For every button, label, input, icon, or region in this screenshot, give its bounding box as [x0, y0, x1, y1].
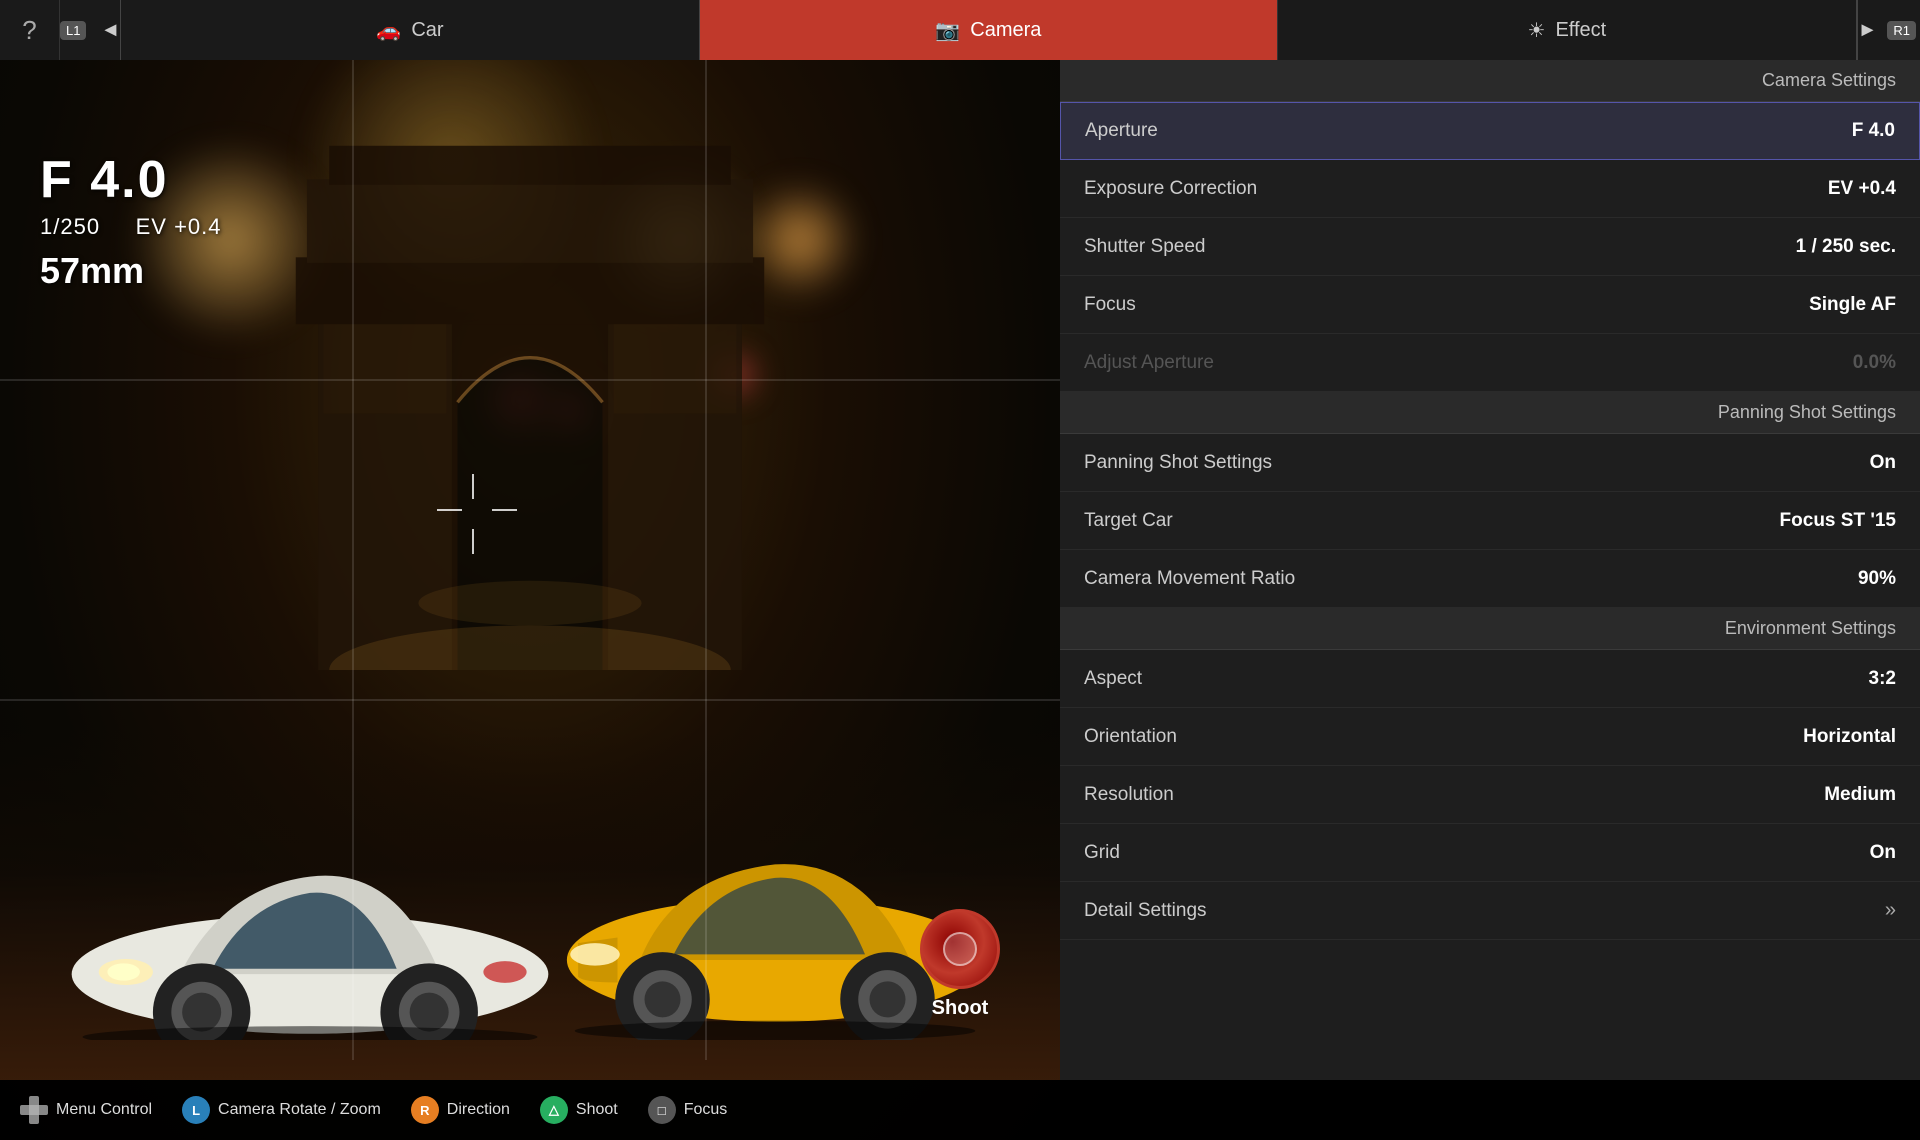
camera-settings-header: Camera Settings	[1060, 60, 1920, 102]
settings-panel: Camera Settings Aperture F 4.0 Exposure …	[1060, 60, 1920, 1080]
grid-value: On	[1870, 842, 1896, 864]
aperture-label: Aperture	[1085, 120, 1158, 142]
l1-badge: L1	[60, 21, 86, 40]
environment-settings-section: Environment Settings Aspect 3:2 Orientat…	[1060, 608, 1920, 940]
direction-item: R Direction	[411, 1096, 510, 1124]
aspect-value: 3:2	[1869, 668, 1896, 690]
detail-settings-row[interactable]: Detail Settings »	[1060, 882, 1920, 940]
target-car-label: Target Car	[1084, 510, 1173, 532]
triangle-button-icon: △	[540, 1096, 568, 1124]
resolution-value: Medium	[1824, 784, 1896, 806]
detail-settings-arrow: »	[1885, 899, 1896, 922]
panning-shot-value: On	[1870, 452, 1896, 474]
nav-left-arrow: ◄	[100, 19, 120, 42]
focus-label: Focus	[1084, 294, 1136, 316]
dpad-icon	[20, 1096, 48, 1124]
panning-settings-section: Panning Shot Settings Panning Shot Setti…	[1060, 392, 1920, 608]
panning-shot-label: Panning Shot Settings	[1084, 452, 1272, 474]
camera-movement-value: 90%	[1858, 568, 1896, 590]
adjust-aperture-label: Adjust Aperture	[1084, 352, 1214, 374]
camera-icon: 📷	[935, 18, 960, 43]
white-car	[50, 800, 570, 1040]
focus-control-item: □ Focus	[648, 1096, 728, 1124]
aperture-value: F 4.0	[1852, 120, 1895, 142]
orientation-value: Horizontal	[1803, 726, 1896, 748]
shoot-button-area[interactable]: Shoot	[920, 909, 1000, 1020]
environment-settings-header: Environment Settings	[1060, 608, 1920, 650]
car-tab-label: Car	[411, 19, 443, 42]
aperture-row[interactable]: Aperture F 4.0	[1060, 102, 1920, 160]
shutter-display: 1/250	[40, 214, 100, 239]
exposure-row[interactable]: Exposure Correction EV +0.4	[1060, 160, 1920, 218]
focus-row[interactable]: Focus Single AF	[1060, 276, 1920, 334]
resolution-label: Resolution	[1084, 784, 1174, 806]
camera-info-overlay: F 4.0 1/250 EV +0.4 57mm	[40, 150, 222, 292]
car-icon: 🚗	[376, 18, 401, 43]
panning-shot-row[interactable]: Panning Shot Settings On	[1060, 434, 1920, 492]
shoot-circle-button[interactable]	[920, 909, 1000, 989]
exposure-label: Exposure Correction	[1084, 178, 1257, 200]
panning-settings-header: Panning Shot Settings	[1060, 392, 1920, 434]
aperture-display: F 4.0	[40, 150, 222, 210]
nav-right-trigger: ► R1	[1857, 0, 1920, 60]
focus-crosshair	[437, 474, 517, 554]
exposure-value: EV +0.4	[1828, 178, 1896, 200]
target-car-row[interactable]: Target Car Focus ST '15	[1060, 492, 1920, 550]
orientation-label: Orientation	[1084, 726, 1177, 748]
focus-label: Focus	[684, 1101, 728, 1119]
nav-camera-tab[interactable]: 📷 Camera	[700, 0, 1278, 60]
adjust-aperture-row[interactable]: Adjust Aperture 0.0%	[1060, 334, 1920, 392]
square-button-icon: □	[648, 1096, 676, 1124]
camera-settings-section: Camera Settings Aperture F 4.0 Exposure …	[1060, 60, 1920, 392]
nav-left-trigger: L1 ◄	[60, 0, 121, 60]
photo-viewport: F 4.0 1/250 EV +0.4 57mm Shoot Menu Cont…	[0, 60, 1060, 1140]
orientation-row[interactable]: Orientation Horizontal	[1060, 708, 1920, 766]
shoot-control-label: Shoot	[576, 1101, 618, 1119]
shutter-label: Shutter Speed	[1084, 236, 1205, 258]
help-icon: ?	[22, 15, 36, 46]
aspect-row[interactable]: Aspect 3:2	[1060, 650, 1920, 708]
top-navigation-bar: ? L1 ◄ 🚗 Car 📷 Camera ☀ Effect ► R1	[0, 0, 1920, 60]
l-button-icon: L	[182, 1096, 210, 1124]
focal-length-display: 57mm	[40, 250, 222, 292]
camera-rotate-label: Camera Rotate / Zoom	[218, 1101, 381, 1119]
nav-right-arrow: ►	[1858, 19, 1878, 42]
shoot-control-item: △ Shoot	[540, 1096, 618, 1124]
camera-movement-row[interactable]: Camera Movement Ratio 90%	[1060, 550, 1920, 608]
r-button-icon: R	[411, 1096, 439, 1124]
target-car-value: Focus ST '15	[1780, 510, 1896, 532]
menu-control-item: Menu Control	[20, 1096, 152, 1124]
shoot-label: Shoot	[932, 997, 989, 1020]
ev-display: EV +0.4	[136, 214, 222, 239]
camera-movement-label: Camera Movement Ratio	[1084, 568, 1295, 590]
camera-tab-label: Camera	[970, 19, 1041, 42]
shutter-row[interactable]: Shutter Speed 1 / 250 sec.	[1060, 218, 1920, 276]
aspect-label: Aspect	[1084, 668, 1142, 690]
camera-rotate-item: L Camera Rotate / Zoom	[182, 1096, 381, 1124]
grid-label: Grid	[1084, 842, 1120, 864]
effect-tab-label: Effect	[1555, 19, 1606, 42]
bottom-controls-bar: Menu Control L Camera Rotate / Zoom R Di…	[0, 1080, 1060, 1140]
exposure-display: 1/250 EV +0.4	[40, 214, 222, 240]
adjust-aperture-value: 0.0%	[1853, 352, 1896, 374]
direction-label: Direction	[447, 1101, 510, 1119]
grid-row[interactable]: Grid On	[1060, 824, 1920, 882]
shutter-value: 1 / 250 sec.	[1796, 236, 1896, 258]
effect-icon: ☀	[1528, 18, 1546, 43]
menu-control-label: Menu Control	[56, 1101, 152, 1119]
resolution-row[interactable]: Resolution Medium	[1060, 766, 1920, 824]
nav-car-tab[interactable]: 🚗 Car	[121, 0, 699, 60]
help-button[interactable]: ?	[0, 0, 60, 60]
arch-silhouette	[280, 90, 780, 670]
focus-value: Single AF	[1809, 294, 1896, 316]
r1-badge: R1	[1887, 21, 1916, 40]
nav-effect-tab[interactable]: ☀ Effect	[1278, 0, 1856, 60]
detail-settings-label: Detail Settings	[1084, 900, 1207, 922]
